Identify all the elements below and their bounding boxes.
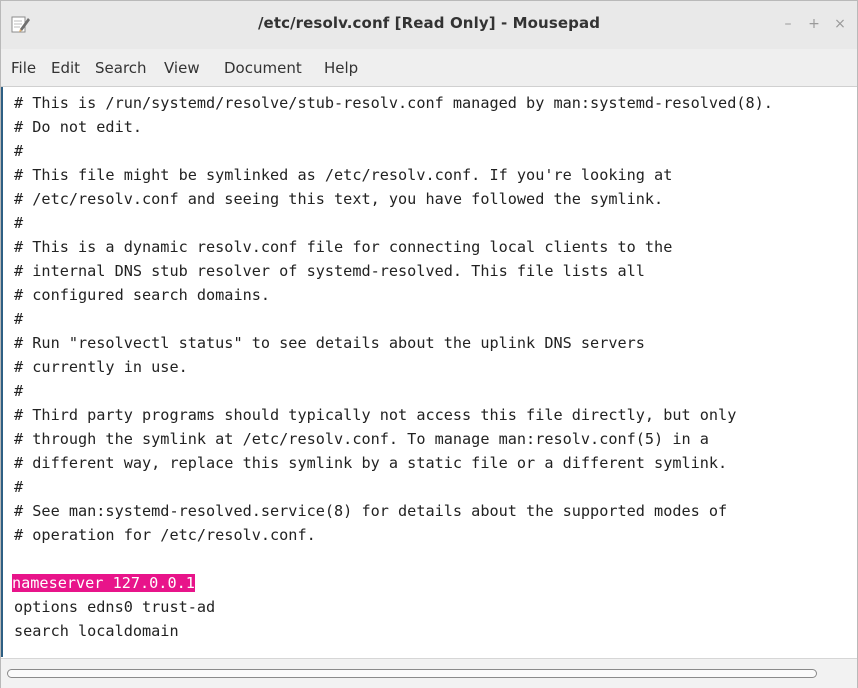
editor-line: # See man:systemd-resolved.service(8) fo… <box>14 502 728 520</box>
editor-line: # /etc/resolv.conf and seeing this text,… <box>14 190 664 208</box>
editor-line: # This is a dynamic resolv.conf file for… <box>14 238 673 256</box>
close-button[interactable]: × <box>829 13 851 35</box>
editor-line: # through the symlink at /etc/resolv.con… <box>14 430 709 448</box>
selection-highlight: nameserver 127.0.0.1 <box>12 574 195 592</box>
title-bar[interactable]: /etc/resolv.conf [Read Only] - Mousepad … <box>1 1 857 50</box>
editor-line: # Do not edit. <box>14 118 143 136</box>
editor-line: # <box>14 382 24 400</box>
text-editor-area[interactable]: # This is /run/systemd/resolve/stub-reso… <box>1 87 857 657</box>
editor-line: # <box>14 214 24 232</box>
editor-line: # <box>14 478 24 496</box>
menu-file[interactable]: File <box>11 59 36 77</box>
editor-line: # <box>14 142 24 160</box>
mousepad-window: /etc/resolv.conf [Read Only] - Mousepad … <box>0 0 858 688</box>
editor-line: # different way, replace this symlink by… <box>14 454 728 472</box>
menu-document[interactable]: Document <box>224 59 302 77</box>
scrollbar-thumb[interactable] <box>7 669 817 678</box>
editor-line: # This is /run/systemd/resolve/stub-reso… <box>14 94 773 112</box>
editor-line: # Third party programs should typically … <box>14 406 737 424</box>
editor-line: # internal DNS stub resolver of systemd-… <box>14 262 645 280</box>
editor-line: search localdomain <box>14 622 179 640</box>
editor-line: options edns0 trust-ad <box>14 598 216 616</box>
editor-line: # operation for /etc/resolv.conf. <box>14 526 316 544</box>
window-title: /etc/resolv.conf [Read Only] - Mousepad <box>257 14 601 32</box>
menu-edit[interactable]: Edit <box>51 59 80 77</box>
editor-line: # currently in use. <box>14 358 188 376</box>
editor-line: # configured search domains. <box>14 286 271 304</box>
maximize-button[interactable]: + <box>803 13 825 35</box>
editor-line-selected: nameserver 127.0.0.1 <box>12 571 195 595</box>
editor-line: # This file might be symlinked as /etc/r… <box>14 166 673 184</box>
menu-bar: File Edit Search View Document Help <box>1 49 857 87</box>
editor-line: # Run "resolvectl status" to see details… <box>14 334 645 352</box>
editor-line: # <box>14 310 24 328</box>
menu-search[interactable]: Search <box>95 59 147 77</box>
menu-help[interactable]: Help <box>324 59 358 77</box>
minimize-button[interactable]: – <box>777 13 799 35</box>
menu-view[interactable]: View <box>164 59 200 77</box>
horizontal-scrollbar[interactable] <box>1 658 857 688</box>
